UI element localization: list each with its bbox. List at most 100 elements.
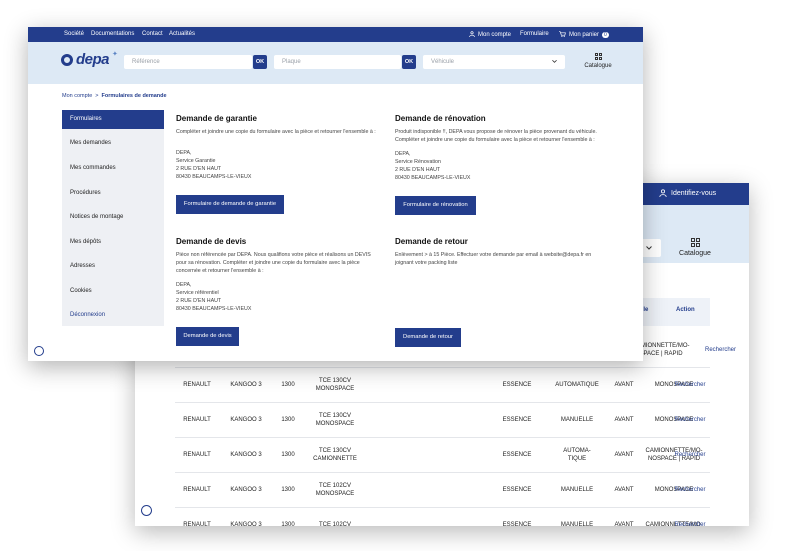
cell-boite: MANUELLE [560,522,594,526]
cell-marque: RENAULT [183,417,211,423]
cell-cylindree: 1300 [281,522,295,526]
vehicule-placeholder: Véhicule [431,59,455,65]
search-link[interactable]: Rechercher [670,416,710,424]
user-icon [659,189,667,197]
address-line: 80430 BEAUCAMPS-LE-VIEUX [176,306,252,312]
catalogue-label: Catalogue [679,250,711,257]
nav-documentations[interactable]: Documentations [91,31,134,37]
sidebar-item-cookies[interactable]: Cookies [62,282,164,301]
plaque-ok-button[interactable]: OK [402,55,416,69]
devis-button[interactable]: Demande de devis [176,327,239,346]
cell-transmission: AVANT [614,382,634,388]
retour-title: Demande de retour [395,237,468,246]
account-link[interactable]: Identifiez-vous [659,189,716,197]
address-line: DEPA, [176,282,192,288]
catalogue-button[interactable]: Catalogue [583,53,613,69]
renovation-description: Produit indisponible !!, DEPA vous propo… [395,129,597,143]
table-row: RENAULT KANGOO 3 1300 TCE 102CV ESSENCE MANUE… [175,508,710,526]
renovation-form-button[interactable]: Formulaire de rénovation [395,196,476,215]
search-link[interactable]: Rechercher [670,381,710,389]
cart-count-badge: 0 [602,32,609,38]
garantie-description: Compléter et joindre une copie du formul… [176,129,376,135]
nav-contact[interactable]: Contact [142,31,163,37]
search-link[interactable]: Rechercher [670,521,710,526]
decorative-shape [553,72,643,84]
cell-transmission: AVANT [614,487,634,493]
grid-icon [594,53,602,60]
nav-actualites[interactable]: Actualités [169,31,195,37]
cart-label: Mon panier [569,32,600,38]
search-link[interactable]: Rechercher [670,486,710,494]
table-row: RENAULT KANGOO 3 1300 TCE 102CV MONOSPACE ES… [175,473,710,508]
cookie-icon[interactable] [141,505,152,516]
foreground-window: Société Documentations Contact Actualité… [28,27,643,361]
cell-modele: KANGOO 3 [230,382,262,388]
cell-carburant: ESSENCE [502,522,532,526]
cell-boite: MANUELLE [560,417,594,423]
address-line: 2 RUE D'EN HAUT [176,166,222,172]
grid-icon [690,238,700,247]
cell-marque: RENAULT [183,452,211,458]
header-action: Action [676,307,695,313]
devis-title: Demande de devis [176,237,247,246]
cell-carburant: ESSENCE [502,452,532,458]
cart-link[interactable]: Mon panier 0 [559,31,609,38]
sidebar-item-formulaires[interactable]: Formulaires [62,110,164,129]
breadcrumb-separator: > [95,93,99,99]
logo-mark-icon [61,53,73,66]
chevron-down-icon [646,246,652,250]
address-line: DEPA, [176,150,192,156]
retour-description: Enlèvement > à 15 Pièce. Effectuer votre… [395,252,592,266]
address-line: 2 RUE D'EN HAUT [395,167,441,173]
breadcrumb-parent[interactable]: Mon compte [62,93,92,99]
chevron-down-icon [552,59,557,63]
cell-marque: RENAULT [183,522,211,526]
table-row: RENAULT KANGOO 3 1300 TCE 130CV MONOSPACE ES… [175,368,710,403]
search-link[interactable]: Rechercher [705,346,736,354]
user-icon [469,31,475,37]
account-sidebar: Formulaires Mes demandes Mes commandes P… [62,110,164,326]
sidebar-item-procedures[interactable]: Procédures [62,184,164,203]
devis-address: DEPA, Service référentiel 2 RUE D'EN HAU… [176,281,376,313]
cookie-icon[interactable] [34,346,44,356]
garantie-address: DEPA, Service Garantie 2 RUE D'EN HAUT 8… [176,149,376,181]
cell-modele: KANGOO 3 [230,487,262,493]
cell-marque: RENAULT [183,487,211,493]
reference-ok-button[interactable]: OK [253,55,267,69]
nav-societe[interactable]: Société [64,31,84,37]
reference-input[interactable]: Référence [124,55,252,69]
breadcrumb: Mon compte > Formulaires de demande [62,93,167,99]
search-link[interactable]: Rechercher [670,451,710,459]
breadcrumb-current: Formulaires de demande [101,93,167,99]
address-line: 2 RUE D'EN HAUT [176,298,222,304]
cell-modele: KANGOO 3 [230,522,262,526]
retour-button[interactable]: Demande de retour [395,328,461,347]
plaque-input[interactable]: Plaque [274,55,401,69]
cell-moteur: TCE 102CV MONOSPACE [315,483,355,497]
catalogue-button[interactable]: Catalogue [675,238,715,257]
cell-cylindree: 1300 [281,452,295,458]
sidebar-item-mes-demandes[interactable]: Mes demandes [62,134,164,153]
cell-moteur: TCE 130CV MONOSPACE [315,413,355,427]
sidebar-item-depots[interactable]: Mes dépôts [62,233,164,252]
cell-cylindree: 1300 [281,382,295,388]
formulaire-link[interactable]: Formulaire [520,31,549,37]
cell-moteur: TCE 102CV [318,522,351,526]
logo-text: depa [76,51,110,68]
garantie-form-button[interactable]: Formulaire de demande de garantie [176,195,284,214]
search-header: depa ✦ Référence OK Plaque OK Véhicule C… [28,42,643,84]
depa-logo[interactable]: depa ✦ [61,51,118,68]
cell-cylindree: 1300 [281,487,295,493]
top-bar: Société Documentations Contact Actualité… [28,27,643,42]
cart-icon [559,31,566,37]
sidebar-item-deconnexion[interactable]: Déconnexion [62,306,164,325]
cell-boite: MANUELLE [560,487,594,493]
sidebar-item-mes-commandes[interactable]: Mes commandes [62,159,164,178]
cell-boite: AUTOMATIQUE [555,382,599,388]
sidebar-item-notices[interactable]: Notices de montage [62,208,164,227]
renovation-title: Demande de rénovation [395,114,486,123]
sidebar-item-adresses[interactable]: Adresses [62,257,164,276]
account-link[interactable]: Mon compte [469,31,511,38]
table-row: RENAULT KANGOO 3 1300 TCE 130CV CAMIONNETTE… [175,438,710,473]
vehicule-select[interactable]: Véhicule [423,55,565,69]
